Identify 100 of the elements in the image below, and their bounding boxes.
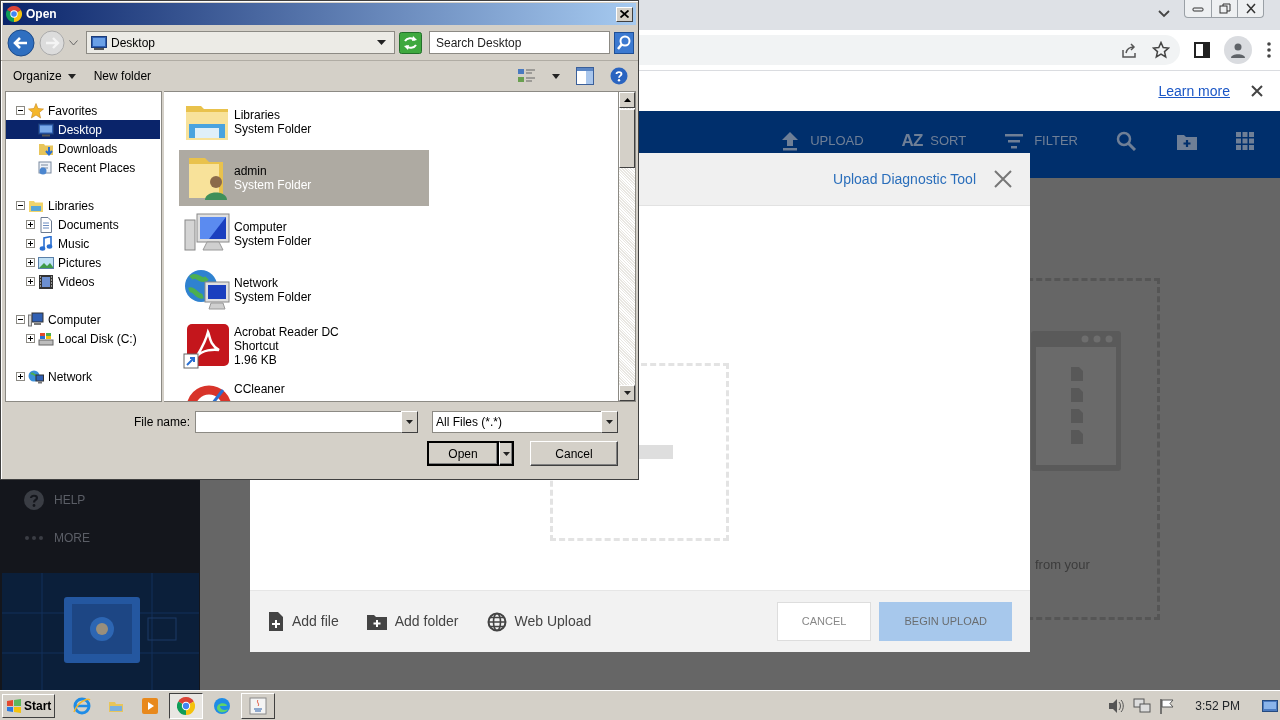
chrome-icon xyxy=(177,696,196,715)
clock[interactable]: 3:52 PM xyxy=(1195,696,1240,715)
star-icon[interactable] xyxy=(1152,41,1170,59)
side-panel-icon[interactable] xyxy=(1194,42,1210,58)
desktop-icon xyxy=(38,121,54,138)
network-icon[interactable] xyxy=(1133,697,1152,714)
videos-icon xyxy=(38,273,54,290)
new-folder-button[interactable]: New folder xyxy=(93,67,152,85)
file-item[interactable]: Acrobat Reader DC Shortcut 1.96 KB xyxy=(179,318,429,374)
start-button[interactable]: Start xyxy=(2,693,56,718)
caret-icon xyxy=(606,420,613,424)
close-icon xyxy=(1243,2,1258,15)
globe-icon xyxy=(486,611,507,632)
file-item[interactable]: Computer System Folder xyxy=(179,206,429,262)
diagnostic-tool-link[interactable]: Upload Diagnostic Tool xyxy=(833,168,976,190)
web-upload-button[interactable]: Web Upload xyxy=(486,611,592,632)
desktop-icon xyxy=(91,35,107,50)
file-name-field[interactable] xyxy=(195,411,401,433)
collapse-icon[interactable] xyxy=(16,201,25,210)
chrome-icon xyxy=(6,6,22,22)
add-folder-button[interactable]: Add folder xyxy=(366,611,459,632)
more-icon xyxy=(24,536,44,540)
tree-item[interactable]: Network xyxy=(6,367,160,386)
preview-pane-icon[interactable] xyxy=(576,67,594,85)
speaker-icon[interactable] xyxy=(1107,697,1126,714)
expand-icon[interactable] xyxy=(16,372,25,381)
search-icon[interactable] xyxy=(1116,130,1138,151)
close-icon[interactable] xyxy=(1250,84,1264,98)
address-field[interactable]: Desktop xyxy=(86,31,395,54)
caret-icon xyxy=(502,451,510,456)
flag-icon[interactable] xyxy=(1159,697,1176,714)
collapse-icon[interactable] xyxy=(16,106,25,115)
learn-more-link[interactable]: Learn more xyxy=(1158,80,1230,102)
dropdown-button[interactable] xyxy=(499,441,514,466)
address-text: Desktop xyxy=(111,34,156,52)
file-type-select[interactable]: All Files (*.*) xyxy=(432,411,601,433)
show-desktop-icon[interactable] xyxy=(1262,697,1278,714)
pictures-icon xyxy=(38,254,54,271)
field-label: File name: xyxy=(133,414,190,431)
acrobat-icon xyxy=(183,322,231,370)
down-arrow-icon xyxy=(623,391,631,395)
refresh-icon[interactable] xyxy=(399,31,422,54)
caret-icon[interactable] xyxy=(552,73,560,79)
scroll-down-button[interactable] xyxy=(619,385,635,401)
expand-icon[interactable] xyxy=(26,258,35,267)
file-item[interactable]: Libraries System Folder xyxy=(179,94,429,150)
profile-icon[interactable] xyxy=(1224,36,1252,64)
collapse-icon[interactable] xyxy=(16,315,25,324)
tree-item[interactable]: Videos xyxy=(6,272,160,291)
expand-icon[interactable] xyxy=(26,277,35,286)
tree-item[interactable]: Pictures xyxy=(6,253,160,272)
help-icon[interactable] xyxy=(610,67,628,85)
edge-icon xyxy=(213,696,232,715)
tree-item[interactable]: Libraries xyxy=(6,196,160,215)
view-icon[interactable] xyxy=(518,68,536,84)
expand-icon[interactable] xyxy=(26,220,35,229)
documents-icon xyxy=(38,216,54,233)
search-icon[interactable] xyxy=(614,31,634,54)
chevron-down-icon[interactable] xyxy=(1158,10,1170,18)
caret-icon[interactable] xyxy=(377,40,386,45)
ie-icon xyxy=(73,696,92,715)
network-icon xyxy=(28,368,44,385)
taskbar-app[interactable] xyxy=(169,692,204,719)
close-icon xyxy=(620,10,629,18)
scrollbar-thumb[interactable] xyxy=(619,109,635,168)
scroll-up-button[interactable] xyxy=(619,92,635,108)
up-arrow-icon xyxy=(623,98,631,102)
tree-item[interactable]: Recent Places xyxy=(6,158,160,177)
file-item[interactable]: admin System Folder xyxy=(179,150,429,206)
folder-plus-icon xyxy=(366,613,387,630)
tree-item[interactable]: Local Disk (C:) xyxy=(6,329,160,348)
open-button[interactable]: Open xyxy=(427,441,499,466)
computer-icon xyxy=(28,311,44,328)
file-plus-icon xyxy=(268,612,284,631)
organize-menu[interactable]: Organize xyxy=(13,67,76,85)
back-icon[interactable] xyxy=(7,28,35,57)
expand-icon[interactable] xyxy=(26,239,35,248)
tree-item[interactable]: Favorites xyxy=(6,101,160,120)
file-item[interactable]: Network System Folder xyxy=(179,262,429,318)
cancel-button[interactable]: Cancel xyxy=(530,441,618,466)
tree-item[interactable]: Music xyxy=(6,234,160,253)
tree-item[interactable]: Desktop xyxy=(6,120,160,139)
expand-icon[interactable] xyxy=(26,334,35,343)
share-icon[interactable] xyxy=(1120,41,1138,59)
menu-icon[interactable] xyxy=(1266,41,1272,59)
sort-icon: AZ xyxy=(901,132,923,149)
grid-icon[interactable] xyxy=(1236,131,1254,150)
window-title: Open xyxy=(26,6,57,23)
file-item[interactable]: CCleaner xyxy=(179,374,429,401)
tree-item[interactable]: Computer xyxy=(6,310,160,329)
favorites-icon xyxy=(28,102,44,119)
media-icon xyxy=(141,696,160,715)
tree-item[interactable]: Downloads xyxy=(6,139,160,158)
search-field[interactable]: Search Desktop xyxy=(429,31,610,54)
add-file-button[interactable]: Add file xyxy=(268,611,339,632)
music-icon xyxy=(38,235,54,252)
cancel-button[interactable]: CANCEL xyxy=(776,602,872,641)
tree-item[interactable]: Documents xyxy=(6,215,160,234)
windows-logo-icon xyxy=(6,698,22,713)
help-icon xyxy=(24,490,44,510)
